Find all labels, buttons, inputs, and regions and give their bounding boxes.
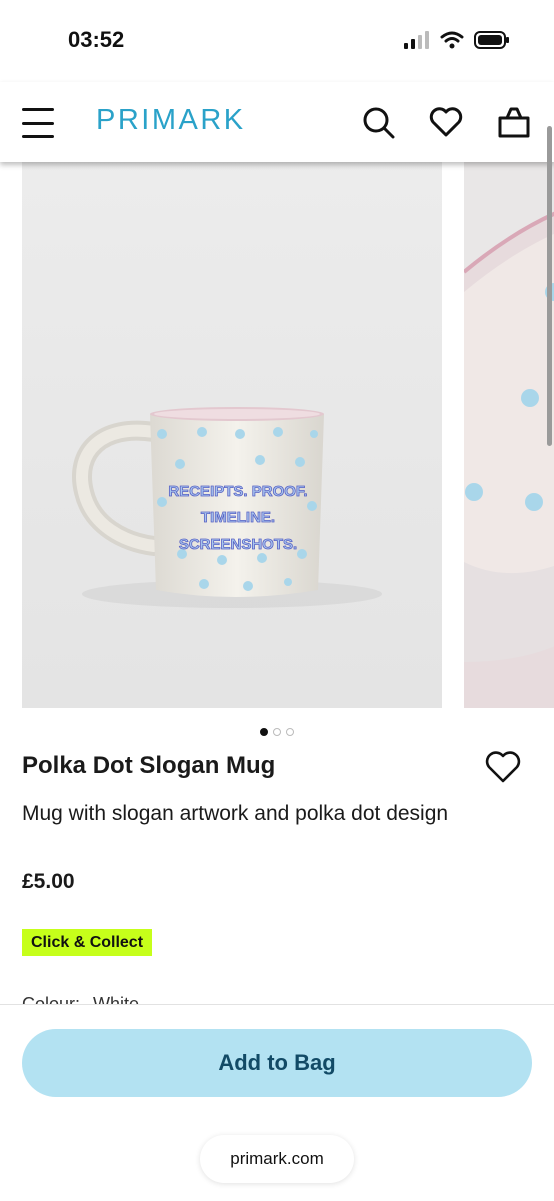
brand-logo[interactable]: PRIMARK — [96, 104, 246, 137]
product-title: Polka Dot Slogan Mug — [22, 752, 276, 779]
battery-icon — [474, 31, 509, 49]
wishlist-heart-icon[interactable] — [484, 748, 522, 786]
pagination-dot-3[interactable] — [286, 728, 294, 736]
bottom-action-bar: Add to Bag primark.com — [0, 1004, 554, 1201]
click-collect-badge: Click & Collect — [22, 929, 153, 956]
heart-icon[interactable] — [428, 104, 464, 140]
gallery-pagination — [0, 728, 554, 736]
status-bar: 03:52 — [0, 0, 554, 80]
menu-icon-bar — [22, 108, 54, 111]
mug-slogan-line-2: TIMELINE. — [201, 509, 275, 526]
wifi-icon — [440, 31, 464, 49]
gallery-slide-1[interactable]: RECEIPTS. PROOF. TIMELINE. SCREENSHOTS. — [22, 162, 442, 708]
pagination-dot-2[interactable] — [273, 728, 281, 736]
mug-slogan-line-3: SCREENSHOTS. — [179, 536, 297, 553]
browser-url-bar[interactable]: primark.com — [200, 1135, 354, 1183]
mug-closeup-image — [464, 211, 554, 708]
search-icon[interactable] — [360, 104, 396, 140]
site-header: PRIMARK — [0, 82, 554, 162]
menu-button[interactable] — [22, 108, 54, 138]
status-time: 03:52 — [68, 27, 125, 52]
mug-image: RECEIPTS. PROOF. TIMELINE. SCREENSHOTS. — [72, 407, 382, 608]
menu-icon-bar — [22, 121, 54, 125]
product-description: Mug with slogan artwork and polka dot de… — [22, 802, 449, 825]
menu-icon-bar — [22, 135, 54, 138]
product-gallery[interactable]: RECEIPTS. PROOF. TIMELINE. SCREENSHOTS. — [0, 162, 554, 708]
bag-icon[interactable] — [496, 104, 532, 140]
scrollbar[interactable] — [547, 126, 552, 446]
pagination-dot-1[interactable] — [260, 728, 268, 736]
add-to-bag-button[interactable]: Add to Bag — [22, 1029, 532, 1097]
mug-slogan-line-1: RECEIPTS. PROOF. — [168, 483, 307, 500]
product-price: £5.00 — [22, 870, 75, 893]
signal-icon — [404, 31, 429, 49]
gallery-slide-2[interactable] — [464, 162, 554, 708]
status-icons — [404, 31, 510, 49]
